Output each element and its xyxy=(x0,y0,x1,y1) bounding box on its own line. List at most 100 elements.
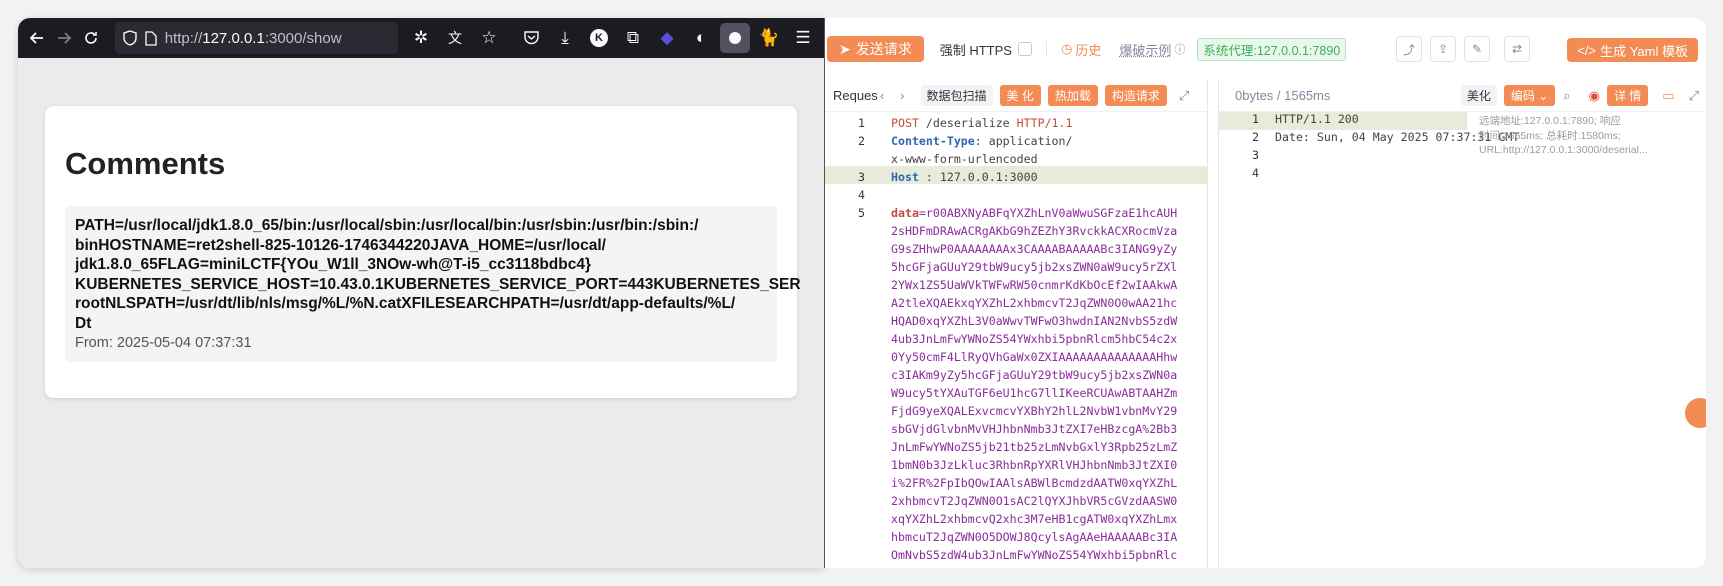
browser-toolbar: http://127.0.0.1:3000/show ✲ 文 ☆ ⤓ K ⧉ ◆… xyxy=(18,18,824,58)
body-data-line: sbGVjdGlvbnMvVHJhbnNmb3JtZXI7eHBzcgA%2Bb… xyxy=(891,422,1178,436)
comment-icon[interactable]: ▭ xyxy=(1662,88,1674,104)
translate-icon[interactable]: 文 xyxy=(440,23,470,53)
body-data-line: 2sHDFmDRAwACRgAKbG9hZEZhY3RvckkACXRocmVz… xyxy=(891,224,1178,238)
body-data-line: 0Yy50cmF4LlRyQVhGaWx0ZXIAAAAAAAAAAAAAAHh… xyxy=(891,350,1178,364)
chevron-left-icon[interactable]: ‹ xyxy=(880,88,884,103)
response-editor[interactable]: 1 HTTP/1.1 200 2 Date: Sun, 04 May 2025 … xyxy=(1219,112,1706,568)
forward-button[interactable] xyxy=(51,23,78,53)
request-header: Reques ‹ › 数据包扫描 美 化 热加载 构造请求 ⤢ xyxy=(825,80,1207,112)
request-panel: Reques ‹ › 数据包扫描 美 化 热加载 构造请求 ⤢ 1 POST /… xyxy=(825,80,1208,568)
shield-icon xyxy=(123,30,137,46)
body-data-line: hbmcuT2JqZWN0O5DOWJ8QcylsAgAAeHAAAAABc3I… xyxy=(891,530,1178,544)
construct-request-button[interactable]: 构造请求 xyxy=(1104,85,1167,106)
yakit-action-icons: ⤴ ⇪ ✎ ⇄ xyxy=(1396,36,1530,62)
line-number: 4 xyxy=(858,188,865,202)
body-data-line: 1bmN0b3JzLkluc3RhbnRpYXRlVHJhbnNmb3JtZXI… xyxy=(891,458,1178,472)
response-info-tooltip: 远端地址:127.0.0.1:7890; 响应时间:1565ms; 总耗时:15… xyxy=(1479,115,1648,156)
line-number: 1 xyxy=(858,116,865,130)
force-https-toggle[interactable]: 强制 HTTPS xyxy=(940,40,1032,59)
send-request-button[interactable]: ➤ 发送请求 xyxy=(827,36,924,62)
body-data-line: JnLmFwYWNoZS5jb21tb25zLmNvbGxlY3Rpb25zLm… xyxy=(891,440,1178,454)
body-data-line: 4ub3JnLmFwYWNoZS54YWxhbi5pbnRlcm5hbC54c2… xyxy=(891,332,1178,346)
line-number: 2 xyxy=(1252,130,1259,144)
response-status-line: HTTP/1.1 200 xyxy=(1275,112,1359,126)
header-content-type: Content-Type: application/ xyxy=(891,134,1073,148)
swirl-extension-icon[interactable]: ◐ xyxy=(686,23,716,53)
body-data-line: 2YWx1ZS5UaWVkTWFwRW50cnmrKdKbOcEf2wIAAkw… xyxy=(891,278,1178,292)
back-arrow-icon xyxy=(30,32,44,44)
page-title: Comments xyxy=(65,146,226,181)
pocket-icon[interactable] xyxy=(516,23,546,53)
body-data-line: i%2FR%2FpIbQOwIAAlsABWlBcmdzdAATW0xqYXZh… xyxy=(891,476,1178,490)
header-continuation: x-www-form-urlencoded xyxy=(891,152,1038,166)
export-icon[interactable]: ⇪ xyxy=(1430,36,1456,62)
request-line: POST /deserialize HTTP/1.1 xyxy=(891,116,1073,130)
response-beautify-button[interactable]: 美化 xyxy=(1460,85,1497,106)
body-data-line: A2tleXQAEkxqYXZhL2xhbmcvT2JqZWN0O0wAA21h… xyxy=(891,296,1178,310)
active-extension-icon[interactable] xyxy=(720,23,750,53)
yakit-window: ➤ 发送请求 强制 HTTPS ◷ 历史 爆破示例 ⓘ 系统代理:127.0.0… xyxy=(824,18,1706,568)
body-data-line: HQAD0xqYXZhL3V0aWwvTWFwO3hwdnIAN2NvbS5zd… xyxy=(891,314,1178,328)
chrome-icon[interactable]: ◉ xyxy=(1589,88,1600,104)
help-icon[interactable]: ⓘ xyxy=(1174,41,1185,57)
desktop: http://127.0.0.1:3000/show ✲ 文 ☆ ⤓ K ⧉ ◆… xyxy=(0,0,1723,586)
encode-button[interactable]: 编码 ⌄ xyxy=(1503,85,1556,106)
bug-icon[interactable]: ✲ xyxy=(406,23,436,53)
menu-icon[interactable]: ☰ xyxy=(788,23,818,53)
toolbar-right: ✲ 文 ☆ ⤓ K ⧉ ◆ ◐ 🐈 ☰ xyxy=(406,23,818,53)
chevron-right-icon[interactable]: › xyxy=(900,88,904,103)
hotload-button[interactable]: 热加载 xyxy=(1047,85,1098,106)
search-icon[interactable]: ⌕ xyxy=(1563,88,1570,104)
generate-yaml-button[interactable]: </> 生成 Yaml 模板 xyxy=(1567,38,1698,62)
beautify-button[interactable]: 美 化 xyxy=(999,85,1041,106)
sample-link[interactable]: 爆破示例 xyxy=(1119,40,1171,59)
address-bar[interactable]: http://127.0.0.1:3000/show xyxy=(114,22,398,54)
comment-body: PATH=/usr/local/jdk1.8.0_65/bin:/usr/loc… xyxy=(75,217,801,332)
code-icon: </> xyxy=(1577,42,1597,58)
system-proxy-tag: 系统代理:127.0.0.1:7890 xyxy=(1197,37,1347,61)
header-host: Host : 127.0.0.1:3000 xyxy=(891,170,1038,184)
download-icon[interactable]: ⤓ xyxy=(550,23,580,53)
back-button[interactable] xyxy=(24,23,51,53)
body-data-line: xqYXZhL2xhbmcvQ2xhc3M7eHB1cgATW0xqYXZhLm… xyxy=(891,512,1178,526)
reload-icon xyxy=(85,32,98,44)
body-data-line: 5hcGFjaGUuY29tbW9ucy5jb2xsZWN0aW9ucy5rZX… xyxy=(891,260,1178,274)
send-icon: ➤ xyxy=(839,40,851,57)
line-number: 2 xyxy=(858,134,865,148)
response-panel: 0bytes / 1565ms 美化 编码 ⌄ ⌕ ◉ 详 情 ▭ ⤢ 1 HT… xyxy=(1218,80,1706,568)
body-param-line: data=r00ABXNyABFqYXZhLnV0aWwuSGFzaE1hcAU… xyxy=(891,206,1178,220)
line-number: 4 xyxy=(1252,166,1259,180)
comments-card: Comments PATH=/usr/local/jdk1.8.0_65/bin… xyxy=(45,106,801,398)
edit-icon[interactable]: ✎ xyxy=(1464,36,1490,62)
force-https-checkbox[interactable] xyxy=(1017,42,1032,56)
url-text[interactable]: http://127.0.0.1:3000/show xyxy=(165,30,342,47)
bookmark-star-icon[interactable]: ☆ xyxy=(474,23,504,53)
comment-item: PATH=/usr/local/jdk1.8.0_65/bin:/usr/loc… xyxy=(65,206,801,362)
body-data-line: 2xhbmcvT2JqZWN0O1sAC2lQYXJhbVR5cGVzdAASW… xyxy=(891,494,1178,508)
fullscreen-icon[interactable]: ⤢ xyxy=(1689,88,1699,104)
request-tab[interactable]: Reques xyxy=(833,88,878,103)
response-stats: 0bytes / 1565ms xyxy=(1235,88,1331,103)
line-number: 3 xyxy=(858,170,865,184)
k-extension-icon[interactable]: K xyxy=(584,23,614,53)
diamond-extension-icon[interactable]: ◆ xyxy=(652,23,682,53)
line-number: 1 xyxy=(1252,112,1259,126)
browser-window: http://127.0.0.1:3000/show ✲ 文 ☆ ⤓ K ⧉ ◆… xyxy=(18,18,824,568)
history-button[interactable]: ◷ 历史 xyxy=(1061,40,1101,59)
cat-extension-icon[interactable]: 🐈 xyxy=(754,23,784,53)
response-header: 0bytes / 1565ms 美化 编码 ⌄ ⌕ ◉ 详 情 ▭ ⤢ xyxy=(1219,80,1706,112)
comment-from: From: 2025-05-04 07:37:31 xyxy=(75,335,252,351)
swap-icon[interactable]: ⇄ xyxy=(1504,36,1530,62)
request-editor[interactable]: 1 POST /deserialize HTTP/1.1 2 Content-T… xyxy=(825,112,1207,568)
line-number: 5 xyxy=(858,206,865,220)
reload-button[interactable] xyxy=(78,23,105,53)
clock-icon: ◷ xyxy=(1060,41,1073,56)
detail-button[interactable]: 详 情 xyxy=(1606,85,1649,106)
share-icon[interactable]: ⤴ xyxy=(1396,36,1422,62)
body-data-line: W9ucy5tYXAuTGF6eU1hcG7llIKeeRCUAwABTAAHZ… xyxy=(891,386,1178,400)
body-data-line: FjdG9yeXQALExvcmcvYXBhY2hlL2NvbW1vbnMvY2… xyxy=(891,404,1178,418)
forward-arrow-icon xyxy=(58,32,72,44)
packet-scan-button[interactable]: 数据包扫描 xyxy=(920,85,993,106)
fullscreen-icon[interactable]: ⤢ xyxy=(1179,88,1189,104)
extensions-puzzle-icon[interactable]: ⧉ xyxy=(618,23,648,53)
